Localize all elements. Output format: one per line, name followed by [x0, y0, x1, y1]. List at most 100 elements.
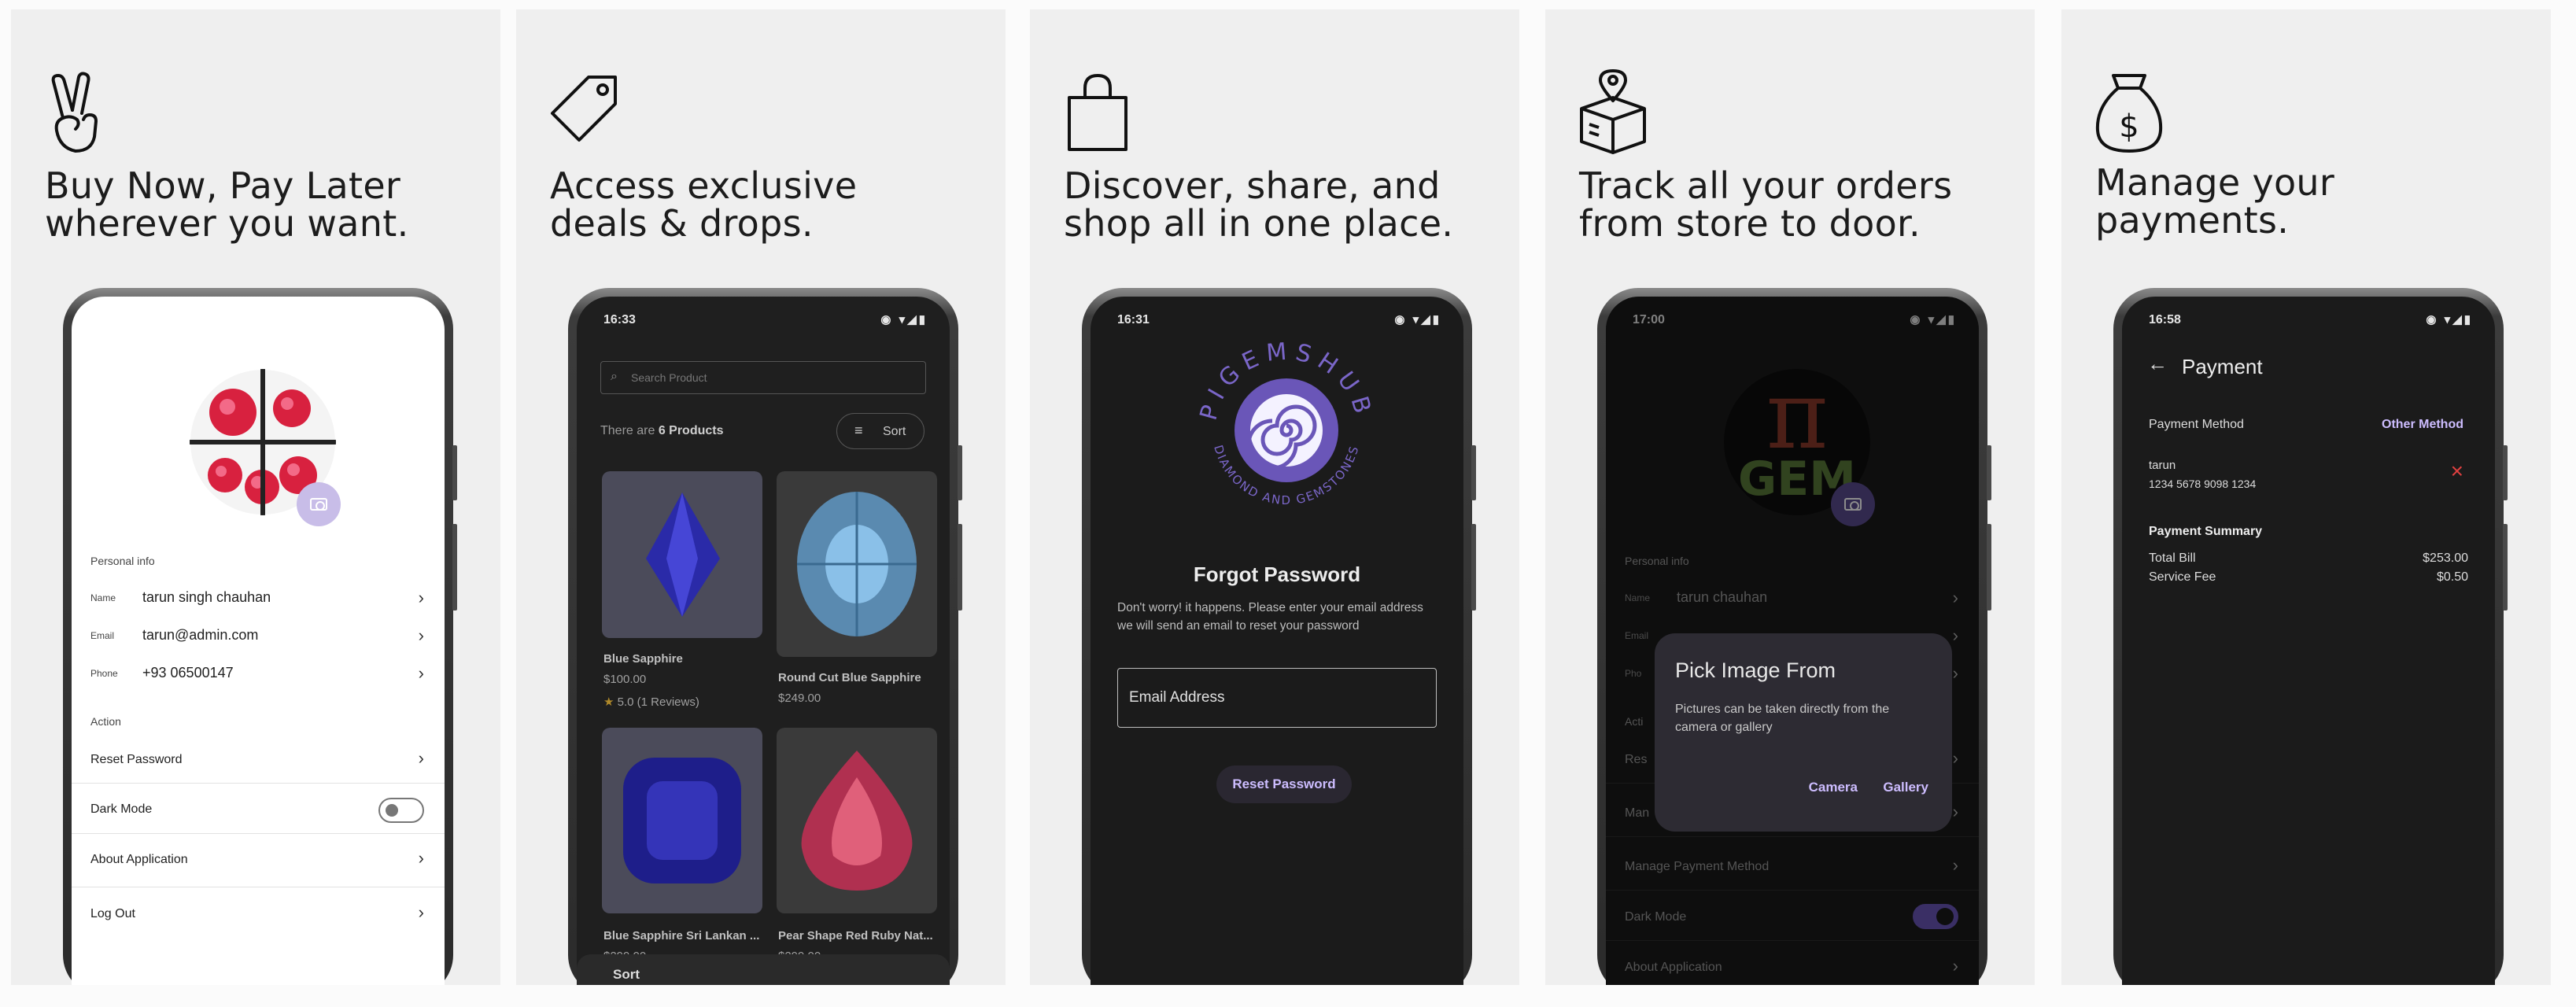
search-placeholder: Search Product	[631, 371, 707, 384]
status-bar: 16:31 ◉ ▾◢▮	[1091, 297, 1463, 338]
chevron-right-icon: ›	[418, 748, 424, 768]
payment-method-label: Payment Method	[2149, 418, 2244, 431]
chevron-right-icon: ›	[418, 588, 424, 607]
sort-bottom-sheet[interactable]: Sort	[577, 954, 950, 985]
about-label: About Application	[90, 853, 188, 866]
panel-headline: Manage your payments.	[2095, 161, 2335, 242]
divider	[72, 783, 445, 784]
shopping-bag-icon	[1068, 74, 1127, 151]
card-number: 1234 5678 9098 1234	[2149, 478, 2257, 490]
product-count: There are 6 Products	[600, 424, 724, 438]
logout-label: Log Out	[90, 907, 135, 920]
count-value: 6 Products	[658, 424, 724, 437]
page-title: Payment	[2182, 355, 2263, 378]
round-cut-sapphire-image	[777, 471, 937, 657]
email-value: tarun@admin.com	[142, 627, 259, 643]
sort-button[interactable]: ≡ Sort	[836, 413, 924, 449]
dark-mode-label: Dark Mode	[90, 802, 153, 816]
dialog-title: Pick Image From	[1675, 658, 1836, 682]
status-time: 16:33	[603, 313, 636, 326]
back-arrow-icon[interactable]: ←	[2147, 352, 2168, 376]
reset-password-button[interactable]: Reset Password	[1216, 765, 1352, 803]
phone-frame: 16:33 ◉ ▾◢▮ ⌕ Search Product There are 6 …	[568, 288, 962, 985]
svg-text:$: $	[2119, 109, 2139, 145]
panel-bnpl: Buy Now, Pay Later wherever you want. Pe…	[11, 9, 500, 985]
payment-screen: 16:58 ◉ ▾◢▮ ← Payment Payment Method Othe…	[2122, 297, 2495, 985]
chevron-right-icon: ›	[418, 625, 424, 645]
email-address-input[interactable]: Email Address	[1117, 668, 1437, 728]
product-card[interactable]: Round Cut Blue Sapphire $249.00	[777, 471, 937, 723]
pigemshub-logo: PIGEMSHUB DIAMOND AND GEMSTONES	[1192, 336, 1381, 525]
product-card[interactable]: Blue Sapphire Sri Lankan ... $299.00	[602, 728, 762, 964]
total-bill-label: Total Bill	[2149, 551, 2196, 565]
chevron-right-icon: ›	[418, 848, 424, 868]
reset-password-label: Reset Password	[90, 753, 183, 766]
profile-dark-screen: 17:00 ◉ ▾◢▮ π GEM Personal info Name taru…	[1606, 297, 1979, 985]
dialog-body: Pictures can be taken directly from the …	[1675, 703, 1890, 734]
price-tag-icon	[551, 76, 617, 142]
phone-label: Phone	[90, 668, 118, 679]
service-fee-value: $0.50	[2436, 570, 2468, 584]
camera-icon	[310, 498, 327, 511]
panel-track: Track all your orders from store to door…	[1545, 9, 2035, 985]
product-name: Blue Sapphire Sri Lankan ...	[603, 929, 760, 942]
section-personal-info: Personal info	[90, 555, 155, 567]
status-time: 16:31	[1117, 313, 1150, 326]
chevron-right-icon: ›	[418, 902, 424, 922]
other-method-link[interactable]: Other Method	[2382, 418, 2463, 432]
product-price: $249.00	[778, 692, 821, 705]
status-icons: ◉ ▾◢▮	[1394, 313, 1441, 326]
status-time: 16:58	[2149, 313, 2181, 326]
star-icon: ★	[603, 695, 618, 709]
profile-screen: Personal info Name tarun singh chauhan ›…	[72, 297, 445, 985]
name-label: Name	[90, 592, 116, 603]
gallery-button[interactable]: Gallery	[1883, 780, 1928, 795]
peace-hand-icon	[51, 72, 98, 153]
panel-payments: $ Manage your payments. 16:58 ◉ ▾◢▮ ← Pay…	[2061, 9, 2551, 985]
remove-card-icon[interactable]: ×	[2451, 459, 2463, 484]
payment-summary-title: Payment Summary	[2149, 525, 2263, 538]
forgot-title: Forgot Password	[1193, 563, 1361, 586]
card-holder-name: tarun	[2149, 459, 2176, 472]
section-action: Action	[90, 715, 121, 728]
status-icons: ◉ ▾◢▮	[880, 313, 928, 326]
email-label: Email	[90, 630, 115, 641]
product-name: Round Cut Blue Sapphire	[778, 671, 921, 684]
status-bar: 16:58 ◉ ▾◢▮	[2122, 297, 2495, 338]
product-rating: ★ 5.0 (1 Reviews)	[603, 695, 699, 709]
forgot-password-screen: 16:31 ◉ ▾◢▮ PIGEMSHUB DIAMOND AND GEMSTON…	[1091, 297, 1463, 985]
search-input[interactable]: ⌕ Search Product	[600, 361, 926, 394]
phone-frame: Personal info Name tarun singh chauhan ›…	[63, 288, 457, 985]
status-icons: ◉ ▾◢▮	[2426, 313, 2473, 326]
email-address-label: Email Address	[1129, 689, 1225, 706]
phone-frame: 17:00 ◉ ▾◢▮ π GEM Personal info Name taru…	[1597, 288, 1991, 985]
panel-headline: Buy Now, Pay Later wherever you want.	[45, 164, 409, 245]
product-card[interactable]: Blue Sapphire $100.00 ★ 5.0 (1 Reviews)	[602, 471, 762, 723]
product-name: Blue Sapphire	[603, 652, 683, 666]
money-bag-icon: $	[2095, 74, 2163, 153]
dark-mode-toggle[interactable]	[378, 798, 424, 823]
products-screen: 16:33 ◉ ▾◢▮ ⌕ Search Product There are 6 …	[577, 297, 950, 985]
phone-frame: 16:31 ◉ ▾◢▮ PIGEMSHUB DIAMOND AND GEMSTON…	[1082, 288, 1476, 985]
blue-sapphire-image	[602, 471, 762, 638]
service-fee-label: Service Fee	[2149, 570, 2216, 584]
phone-frame: 16:58 ◉ ▾◢▮ ← Payment Payment Method Othe…	[2113, 288, 2508, 985]
camera-button[interactable]: Camera	[1809, 780, 1858, 795]
pear-ruby-image	[777, 728, 937, 913]
product-name: Pear Shape Red Ruby Nat...	[778, 929, 933, 942]
pick-image-dialog: Pick Image From Pictures can be taken di…	[1655, 633, 1952, 832]
count-prefix: There are	[600, 424, 659, 437]
sort-icon: ≡	[854, 422, 863, 438]
total-bill-value: $253.00	[2423, 551, 2468, 565]
sri-lankan-sapphire-image	[602, 728, 762, 913]
divider	[72, 833, 445, 834]
change-photo-button[interactable]	[297, 482, 341, 526]
phone-value: +93 06500147	[142, 665, 234, 681]
panel-headline: Discover, share, and shop all in one pla…	[1064, 164, 1454, 245]
status-bar: 16:33 ◉ ▾◢▮	[577, 297, 950, 338]
panel-headline: Access exclusive deals & drops.	[550, 164, 858, 245]
name-value: tarun singh chauhan	[142, 589, 271, 605]
bottom-sheet-title: Sort	[613, 967, 640, 982]
panel-deals: Access exclusive deals & drops. 16:33 ◉ ▾…	[516, 9, 1006, 985]
product-card[interactable]: Pear Shape Red Ruby Nat... $299.00	[777, 728, 937, 964]
